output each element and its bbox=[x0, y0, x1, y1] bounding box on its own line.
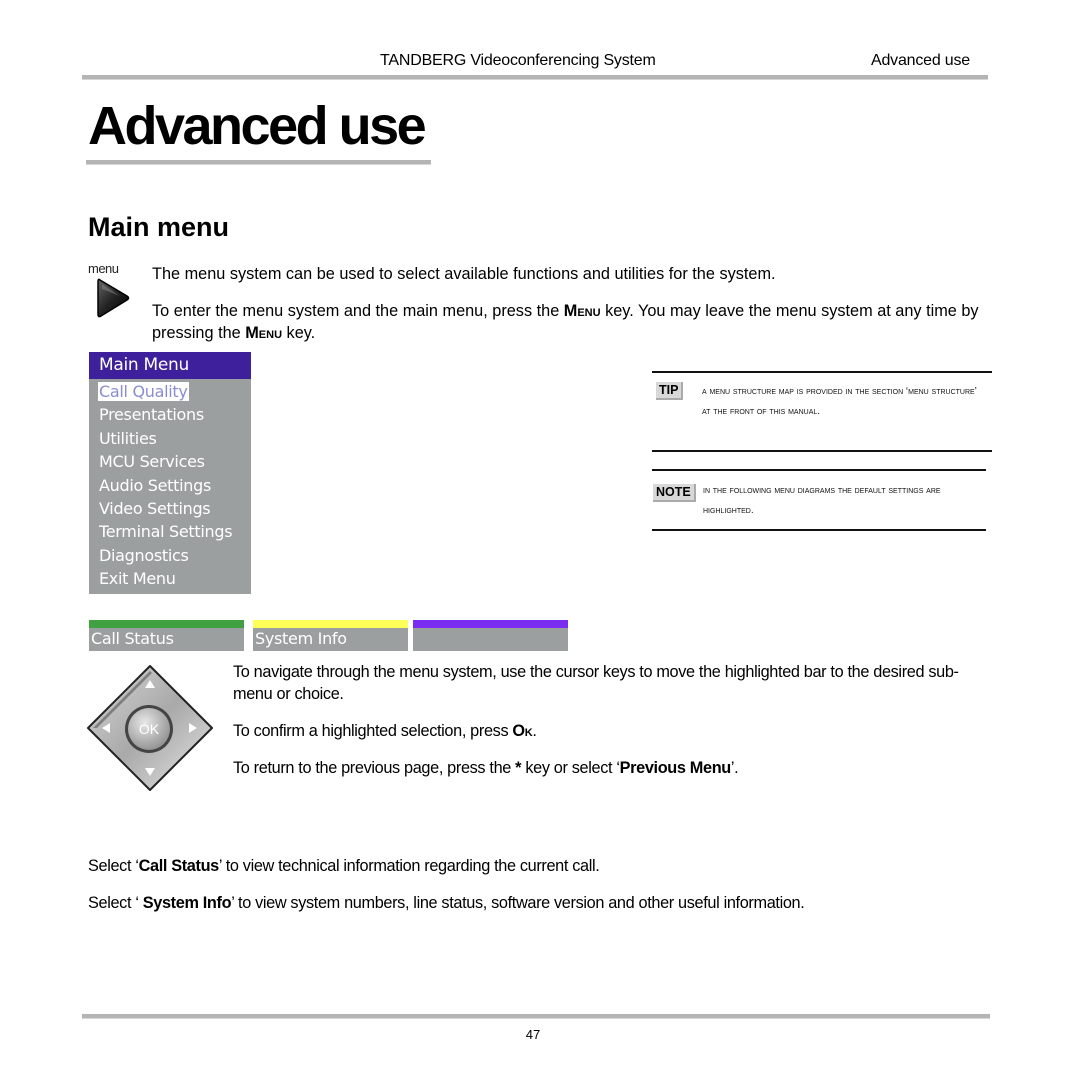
confirm-paragraph: To confirm a highlighted selection, pres… bbox=[233, 720, 537, 742]
navigation-pad-icon: OK bbox=[87, 665, 213, 791]
softkey-color-bar bbox=[413, 620, 568, 628]
text: . bbox=[532, 722, 537, 740]
intro-paragraph: The menu system can be used to select av… bbox=[152, 265, 776, 283]
main-menu-item-label: Utilities bbox=[99, 428, 157, 448]
text: key or select ‘ bbox=[521, 759, 620, 777]
header-divider bbox=[82, 75, 988, 80]
section-title: Main menu bbox=[88, 212, 230, 242]
text: key. bbox=[282, 324, 316, 342]
main-menu-item-label: Audio Settings bbox=[99, 475, 211, 495]
main-menu-item-label: Diagnostics bbox=[99, 545, 189, 565]
text: To confirm a highlighted selection, pres… bbox=[233, 722, 513, 740]
main-menu-item-label: Call Quality bbox=[98, 382, 189, 401]
navigate-paragraph: To navigate through the menu system, use… bbox=[233, 663, 959, 703]
menu-key-reference: Menu bbox=[563, 302, 601, 320]
system-info-reference: System Info bbox=[142, 894, 232, 912]
system-info-paragraph: Select ‘ System Info’ to view system num… bbox=[88, 892, 805, 914]
note-bottom-rule bbox=[652, 529, 986, 531]
main-menu-screen: Main Menu Call Quality Presentations Utili… bbox=[89, 352, 251, 594]
page-title: Advanced use bbox=[88, 96, 427, 156]
main-menu-list: Call Quality Presentations Utilities MCU Se… bbox=[89, 379, 251, 591]
softkey-system-info[interactable]: System Info bbox=[253, 620, 408, 651]
navigation-pad: OK bbox=[85, 663, 215, 793]
note-badge: NOTE bbox=[653, 484, 696, 502]
text: ’ to view system numbers, line status, s… bbox=[231, 894, 805, 912]
main-menu-item[interactable]: MCU Services bbox=[89, 450, 251, 473]
footer-divider bbox=[82, 1014, 990, 1019]
note-top-rule bbox=[652, 469, 986, 471]
text: To enter the menu system and the main me… bbox=[152, 302, 564, 320]
main-menu-item-label: Exit Menu bbox=[99, 569, 176, 589]
tip-top-rule bbox=[652, 371, 992, 373]
main-menu-item[interactable]: Exit Menu bbox=[89, 567, 251, 590]
softkey-label: Call Status bbox=[91, 629, 174, 648]
text: Select ‘ bbox=[88, 857, 139, 875]
softkey-color-bar bbox=[253, 620, 408, 628]
note-text: In the following menu diagrams the defau… bbox=[703, 485, 941, 516]
main-menu-item[interactable]: Utilities bbox=[89, 427, 251, 450]
text: ’ to view technical information regardin… bbox=[218, 857, 600, 875]
main-menu-item-label: MCU Services bbox=[99, 452, 205, 472]
softkey-color-bar bbox=[89, 620, 244, 628]
tip-text: A menu structure map is provided in the … bbox=[702, 386, 977, 417]
return-paragraph: To return to the previous page, press th… bbox=[233, 757, 739, 779]
main-menu-item[interactable]: Diagnostics bbox=[89, 544, 251, 567]
call-status-reference: Call Status bbox=[138, 857, 220, 875]
softkey-label: System Info bbox=[255, 629, 347, 648]
call-status-paragraph: Select ‘Call Status’ to view technical i… bbox=[88, 855, 600, 877]
menu-key-icon bbox=[97, 278, 130, 318]
text: ’. bbox=[730, 759, 739, 777]
main-menu-title: Main Menu bbox=[89, 352, 251, 379]
page-number: 47 bbox=[525, 1027, 541, 1042]
previous-menu-reference: Previous Menu bbox=[619, 759, 732, 777]
main-menu-item-label: Video Settings bbox=[99, 498, 211, 518]
ok-label: OK bbox=[139, 721, 160, 737]
title-underline bbox=[86, 160, 431, 165]
softkey-call-status[interactable]: Call Status bbox=[89, 620, 244, 651]
header-section-name: Advanced use bbox=[871, 52, 971, 69]
main-menu-item-label: Terminal Settings bbox=[99, 522, 233, 542]
tip-bottom-rule bbox=[652, 450, 992, 452]
main-menu-item[interactable]: Terminal Settings bbox=[89, 520, 251, 543]
main-menu-item[interactable]: Call Quality bbox=[89, 380, 251, 403]
enter-menu-paragraph: To enter the menu system and the main me… bbox=[152, 300, 992, 344]
text: Select ‘ bbox=[88, 894, 143, 912]
menu-key: menu bbox=[88, 261, 130, 321]
tip-badge: TIP bbox=[656, 382, 684, 400]
softkey-empty[interactable] bbox=[413, 620, 568, 651]
main-menu-item[interactable]: Presentations bbox=[89, 403, 251, 426]
menu-key-reference: Menu bbox=[245, 324, 283, 342]
menu-key-label: menu bbox=[88, 261, 119, 276]
document-title: TANDBERG Videoconferencing System bbox=[380, 52, 656, 69]
main-menu-item[interactable]: Audio Settings bbox=[89, 474, 251, 497]
main-menu-item-label: Presentations bbox=[99, 405, 204, 425]
main-menu-item[interactable]: Video Settings bbox=[89, 497, 251, 520]
ok-key-reference: Ok bbox=[512, 722, 533, 740]
text: To return to the previous page, press th… bbox=[233, 759, 516, 777]
